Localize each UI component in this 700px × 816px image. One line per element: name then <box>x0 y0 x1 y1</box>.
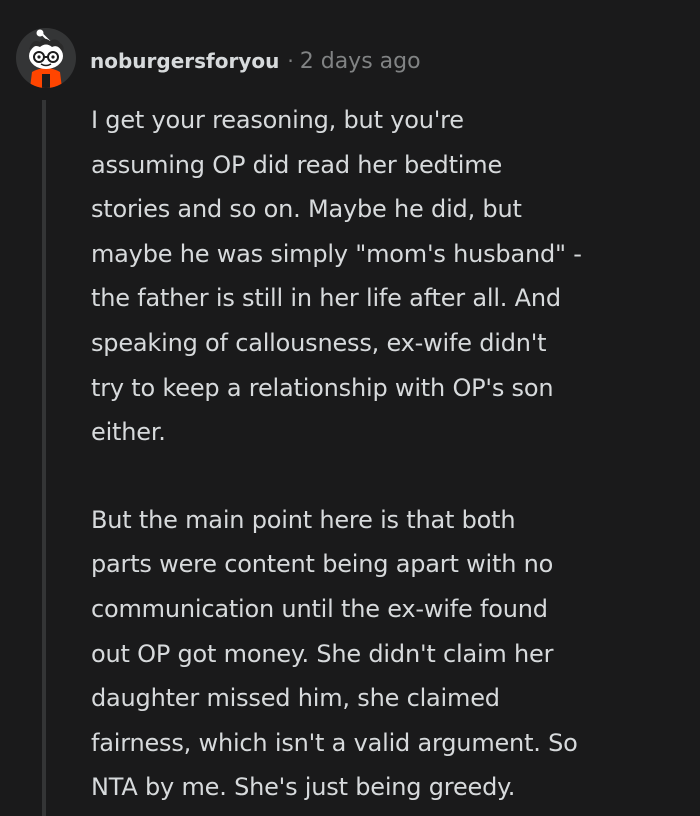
thread-collapse-line[interactable] <box>42 100 46 816</box>
text-line: fairness, which isn't a valid argument. … <box>91 728 578 757</box>
text-line: NTA by me. She's just being greedy. <box>91 773 516 802</box>
text-line: communication until the ex-wife found <box>91 594 548 623</box>
comment-paragraph: But the main point here is that both par… <box>91 498 681 810</box>
meta-separator: · <box>287 49 294 73</box>
text-line: speaking of callousness, ex-wife didn't <box>91 328 547 357</box>
text-line: daughter missed him, she claimed <box>91 684 500 713</box>
text-line: assuming OP did read her bedtime <box>91 150 503 179</box>
comment-header: noburgersforyou · 2 days ago <box>90 44 421 78</box>
text-line: parts were content being apart with no <box>91 550 554 579</box>
comment-body: I get your reasoning, but you're assumin… <box>91 98 681 810</box>
text-line: But the main point here is that both <box>91 505 516 534</box>
username-link[interactable]: noburgersforyou <box>90 49 279 73</box>
text-line: out OP got money. She didn't claim her <box>91 639 554 668</box>
comment-timestamp[interactable]: 2 days ago <box>300 49 421 74</box>
user-avatar[interactable] <box>16 28 76 88</box>
text-line: stories and so on. Maybe he did, but <box>91 195 522 224</box>
comment-paragraph: I get your reasoning, but you're assumin… <box>91 98 681 455</box>
text-line: maybe he was simply "mom's husband" - <box>91 239 582 268</box>
text-line: the father is still in her life after al… <box>91 284 561 313</box>
text-line: either. <box>91 418 166 447</box>
snoo-avatar-glasses-icon <box>29 29 64 88</box>
text-line: I get your reasoning, but you're <box>91 106 464 134</box>
comment: noburgersforyou · 2 days ago I get your … <box>0 0 700 816</box>
text-line: try to keep a relationship with OP's son <box>91 373 554 402</box>
